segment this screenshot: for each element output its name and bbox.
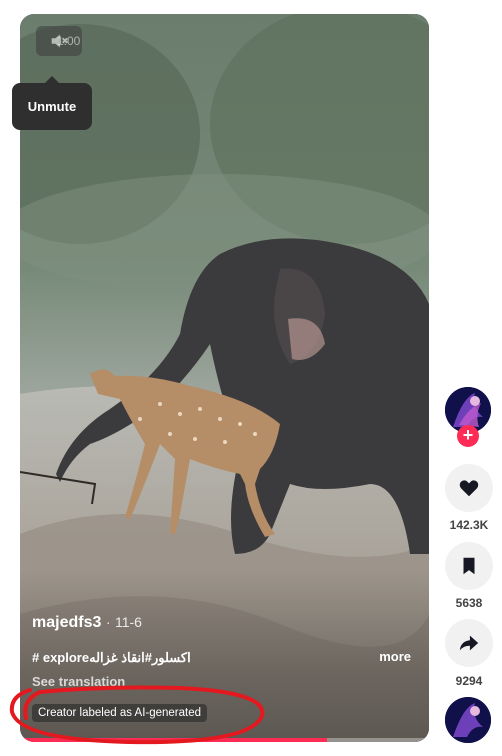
author-line: majedfs3 · 11-6 xyxy=(32,614,142,632)
heart-icon xyxy=(459,480,479,497)
follow-button[interactable]: + xyxy=(457,425,479,447)
video-feed-page: 1.00 majedfs3 · 11-6 # exploreاكسلور#انق… xyxy=(0,0,502,756)
sound-avatar[interactable] xyxy=(445,697,491,743)
more-link[interactable]: more xyxy=(379,649,411,664)
video-progress-bar[interactable] xyxy=(20,738,429,742)
see-translation-link[interactable]: See translation xyxy=(32,674,125,689)
author-separator: · xyxy=(105,614,111,630)
like-count: 142.3K xyxy=(449,518,489,532)
unmute-tooltip: Unmute xyxy=(12,76,92,130)
tooltip-text: Unmute xyxy=(27,99,77,114)
ai-generated-label: Creator labeled as AI-generated xyxy=(32,704,208,722)
save-count: 5638 xyxy=(455,596,483,610)
author-username[interactable]: majedfs3 xyxy=(32,614,101,631)
sound-avatar-image xyxy=(445,697,491,743)
share-count: 9294 xyxy=(455,674,483,688)
post-date: 11-6 xyxy=(114,614,142,630)
video-progress-fill xyxy=(20,738,327,742)
bookmark-icon xyxy=(463,557,475,575)
save-button[interactable] xyxy=(445,542,493,590)
video-caption: # exploreاكسلور#انقاذ غزاله xyxy=(32,650,191,665)
playback-speed-label: 1.00 xyxy=(57,34,81,48)
share-arrow-icon xyxy=(459,635,479,651)
like-button[interactable] xyxy=(445,464,493,512)
share-button[interactable] xyxy=(445,619,493,667)
